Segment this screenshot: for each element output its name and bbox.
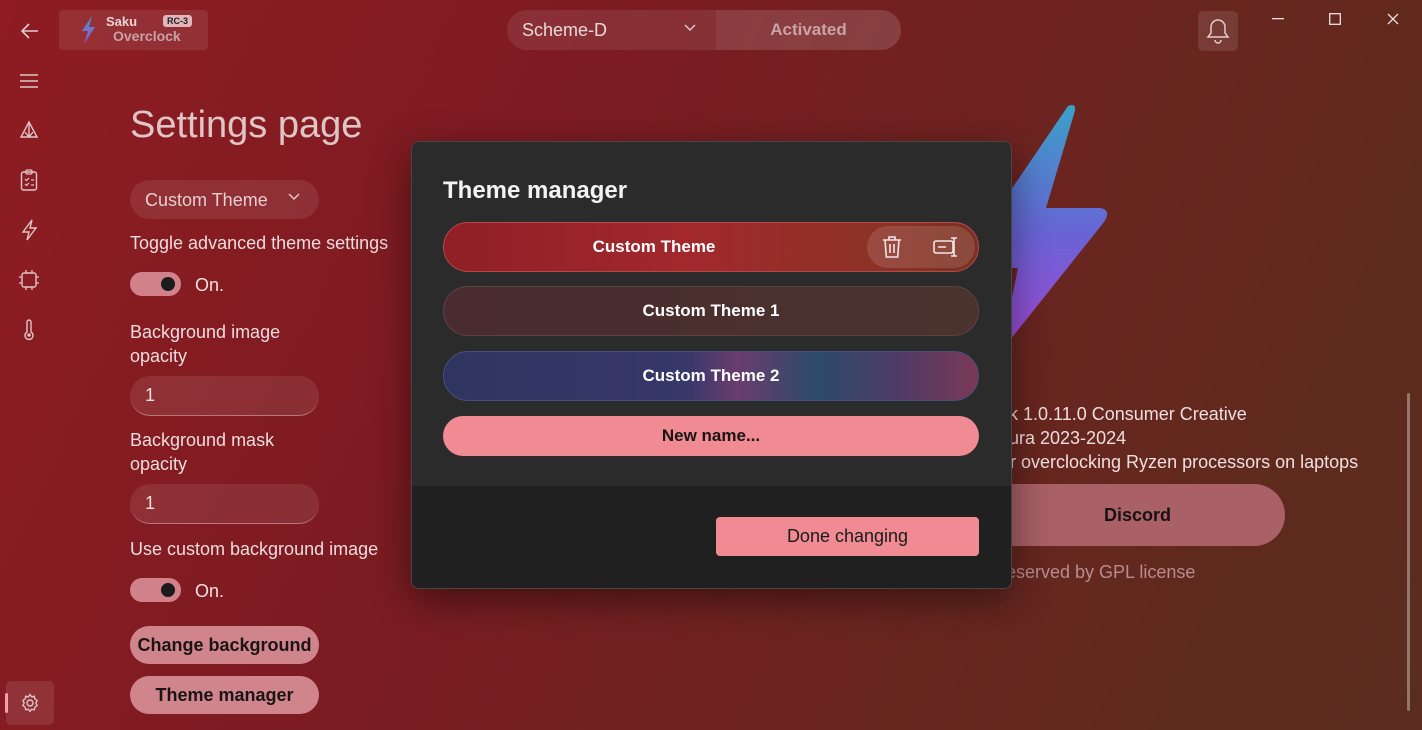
custom-bg-toggle[interactable]	[130, 578, 181, 602]
theme-select-value: Custom Theme	[145, 190, 268, 210]
settings-gear-icon	[21, 693, 39, 713]
trash-icon	[883, 236, 901, 258]
theme-item[interactable]: Custom Theme 1	[443, 286, 979, 336]
bg-mask-opacity-label-2: opacity	[130, 454, 188, 474]
advanced-theme-state: On.	[195, 275, 225, 295]
sidebar-item-temperature[interactable]	[6, 310, 52, 350]
bg-mask-opacity-label: Background mask	[130, 430, 275, 450]
minimize-button[interactable]	[1254, 8, 1302, 30]
bg-image-opacity-label-2: opacity	[130, 346, 188, 366]
theme-manager-button[interactable]: Theme manager	[130, 676, 319, 714]
bell-icon	[1206, 19, 1230, 44]
theme-manager-dialog: Theme manager Custom Theme Custom Theme …	[411, 141, 1012, 589]
back-arrow-icon	[21, 23, 38, 39]
close-icon	[1387, 13, 1399, 25]
sidebar-item-power[interactable]	[6, 210, 52, 250]
menu-icon	[20, 74, 38, 88]
menu-button[interactable]	[6, 61, 52, 101]
thermometer-icon	[24, 319, 34, 341]
back-button[interactable]	[10, 14, 50, 48]
notifications-button[interactable]	[1198, 11, 1238, 51]
change-background-button[interactable]: Change background	[130, 626, 319, 664]
bg-mask-opacity-input[interactable]: 1	[130, 484, 319, 524]
rename-theme-button[interactable]	[931, 232, 961, 262]
scrollbar[interactable]	[1407, 393, 1410, 711]
app-name-line1: Saku	[106, 14, 138, 29]
advanced-theme-label: Toggle advanced theme settings	[130, 233, 389, 253]
advanced-theme-toggle[interactable]	[130, 272, 181, 296]
chevron-down-icon	[288, 193, 300, 201]
app-bolt-icon	[82, 16, 95, 44]
bg-image-opacity-value: 1	[145, 385, 156, 405]
custom-bg-state: On.	[195, 581, 225, 601]
chip-icon	[19, 270, 39, 290]
scheme-select-value: Scheme-D	[522, 20, 608, 40]
about-description: or overclocking Ryzen processors on lapt…	[1000, 452, 1359, 472]
activated-button[interactable]: Activated	[716, 10, 901, 50]
maximize-icon	[1329, 13, 1341, 25]
theme-item-actions	[867, 226, 975, 268]
app-name-line2: Overclock	[113, 28, 181, 44]
page-title: Settings page	[130, 104, 363, 146]
theme-item[interactable]: Custom Theme 2	[443, 351, 979, 401]
minimize-icon	[1272, 18, 1284, 20]
clipboard-icon	[20, 169, 38, 191]
home-icon	[19, 120, 39, 139]
discord-button[interactable]: Discord	[990, 484, 1285, 546]
rename-icon	[933, 237, 957, 257]
done-changing-button[interactable]: Done changing	[716, 517, 979, 556]
about-rights: reserved by GPL license	[1000, 562, 1196, 582]
sidebar-item-home[interactable]	[6, 110, 52, 150]
theme-item[interactable]: Custom Theme	[443, 222, 979, 272]
theme-item-label: Custom Theme 2	[642, 366, 780, 385]
sidebar-item-settings[interactable]	[6, 681, 54, 725]
theme-item-label: Custom Theme 1	[642, 301, 780, 320]
delete-theme-button[interactable]	[877, 232, 907, 262]
close-button[interactable]	[1369, 8, 1417, 30]
theme-item-label: Custom Theme	[592, 237, 716, 256]
new-name-button[interactable]: New name...	[443, 416, 979, 456]
bg-mask-opacity-value: 1	[145, 493, 156, 513]
bg-image-opacity-label: Background image	[130, 322, 281, 342]
bg-image-opacity-input[interactable]: 1	[130, 376, 319, 416]
bolt-icon	[21, 219, 38, 241]
custom-bg-label: Use custom background image	[130, 539, 379, 559]
dialog-title: Theme manager	[443, 177, 628, 204]
about-version: ck 1.0.11.0 Consumer Creative	[1000, 404, 1247, 424]
maximize-button[interactable]	[1311, 8, 1359, 30]
sidebar-item-presets[interactable]	[6, 160, 52, 200]
chevron-down-icon	[684, 24, 696, 32]
about-copyright: kura 2023-2024	[1000, 428, 1127, 448]
sidebar-item-cpu[interactable]	[6, 260, 52, 300]
release-tag: RC-3	[163, 15, 193, 27]
